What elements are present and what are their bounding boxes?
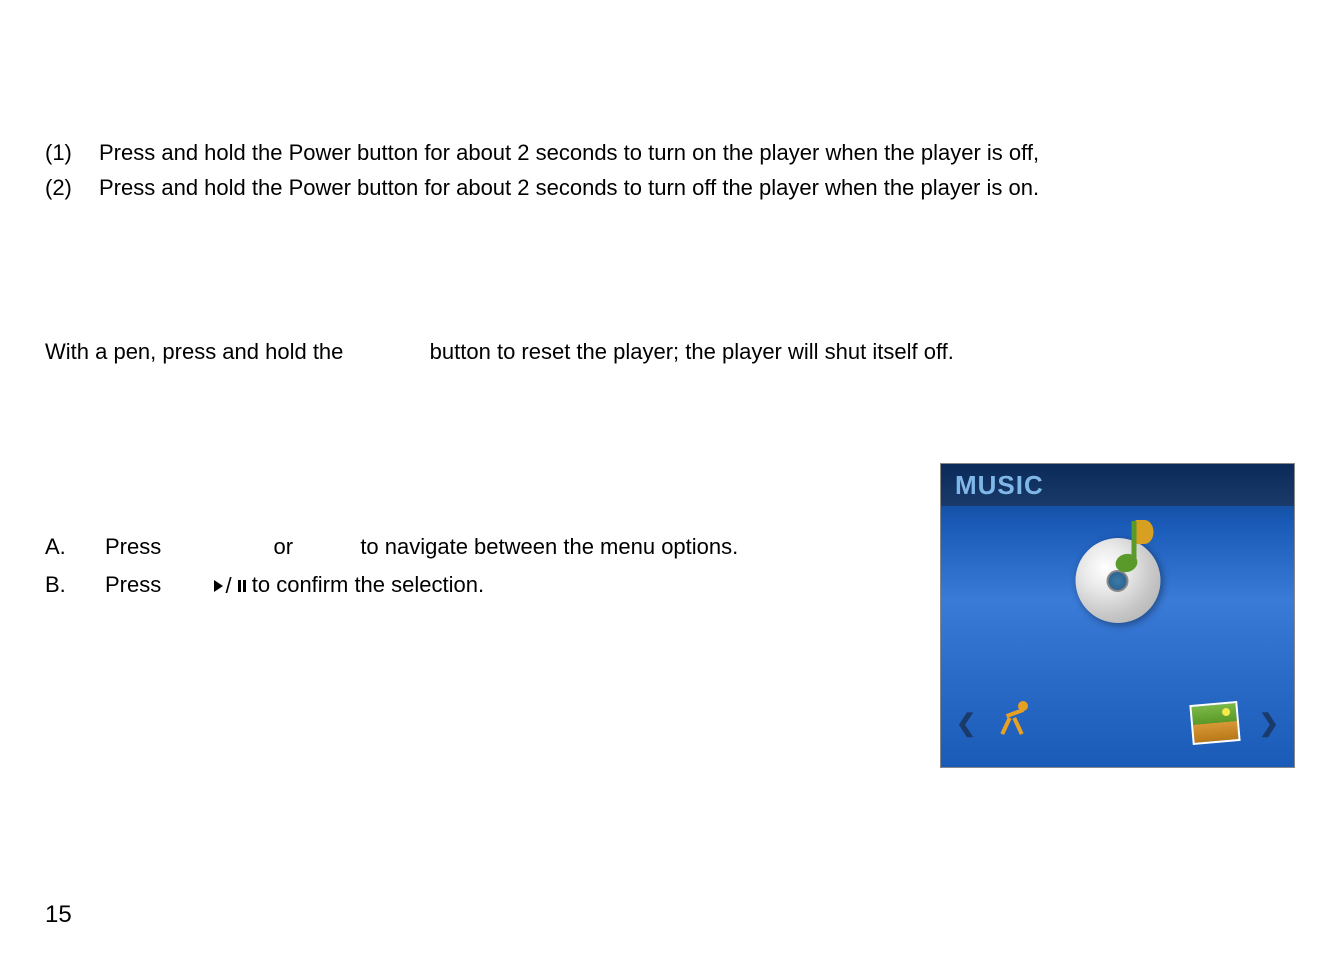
music-header-bar: MUSIC bbox=[941, 464, 1294, 506]
navigate-text: to navigate between the menu options. bbox=[360, 534, 738, 559]
play-pause-icon: / bbox=[214, 567, 246, 604]
page-number: 15 bbox=[45, 901, 72, 929]
confirm-text: to confirm the selection. bbox=[252, 572, 484, 597]
pause-icon bbox=[238, 580, 246, 592]
slash: / bbox=[226, 567, 232, 604]
music-center-icon bbox=[1075, 538, 1160, 623]
letter-b: B. bbox=[45, 566, 105, 605]
press-label: Press bbox=[105, 572, 161, 597]
arrow-left-icon: ❮ bbox=[956, 709, 976, 738]
menu-instructions: A. Press or to navigate between the menu… bbox=[45, 463, 940, 604]
power-instructions-list: (1) Press and hold the Power button for … bbox=[45, 135, 1295, 205]
bottom-nav-row: ❮ ❯ bbox=[941, 699, 1294, 747]
arrow-right-icon: ❯ bbox=[1259, 709, 1279, 738]
or-label: or bbox=[274, 534, 294, 559]
music-body: ❮ ❯ bbox=[941, 506, 1294, 767]
reset-text-after: button to reset the player; the player w… bbox=[430, 339, 954, 364]
instruction-item-2: (2) Press and hold the Power button for … bbox=[45, 170, 1295, 205]
item-number: (1) bbox=[45, 135, 99, 170]
instruction-item-1: (1) Press and hold the Power button for … bbox=[45, 135, 1295, 170]
item-text: Press and hold the Power button for abou… bbox=[99, 170, 1039, 205]
press-label: Press bbox=[105, 534, 161, 559]
music-screen-image: MUSIC ❮ bbox=[940, 463, 1295, 768]
music-note-icon bbox=[1103, 516, 1153, 586]
play-icon bbox=[214, 580, 223, 592]
music-title: MUSIC bbox=[955, 470, 1044, 501]
menu-section: A. Press or to navigate between the menu… bbox=[45, 463, 1295, 768]
reset-instruction: With a pen, press and hold the button to… bbox=[45, 335, 1295, 368]
menu-item-b: B. Press / to confirm the selection. bbox=[45, 566, 940, 605]
menu-item-a: A. Press or to navigate between the menu… bbox=[45, 528, 940, 565]
reset-text-before: With a pen, press and hold the bbox=[45, 339, 343, 364]
item-number: (2) bbox=[45, 170, 99, 205]
item-text: Press and hold the Power button for abou… bbox=[99, 135, 1039, 170]
letter-a: A. bbox=[45, 528, 105, 565]
sport-icon bbox=[996, 699, 1044, 747]
photo-icon bbox=[1189, 701, 1240, 745]
